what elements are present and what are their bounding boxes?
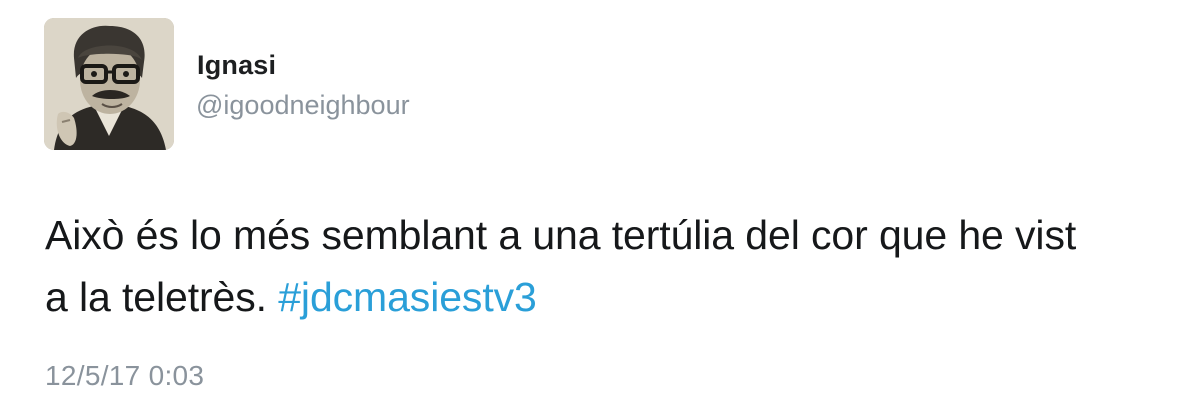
tweet-text: Això és lo més semblant a una tertúlia d… [45, 204, 1195, 328]
avatar[interactable] [44, 18, 174, 150]
hashtag-link[interactable]: #jdcmasiestv3 [278, 274, 537, 320]
tweet-text-line-1: Això és lo més semblant a una tertúlia d… [45, 212, 1077, 258]
tweet-card: Ignasi @igoodneighbour Això és lo més se… [0, 0, 1203, 419]
author-display-name[interactable]: Ignasi [197, 50, 276, 81]
author-handle[interactable]: @igoodneighbour [196, 90, 410, 121]
tweet-text-line-2: a la teletrès. [45, 274, 279, 320]
tweet-timestamp[interactable]: 12/5/17 0:03 [45, 360, 204, 392]
avatar-portrait-image [44, 18, 174, 150]
